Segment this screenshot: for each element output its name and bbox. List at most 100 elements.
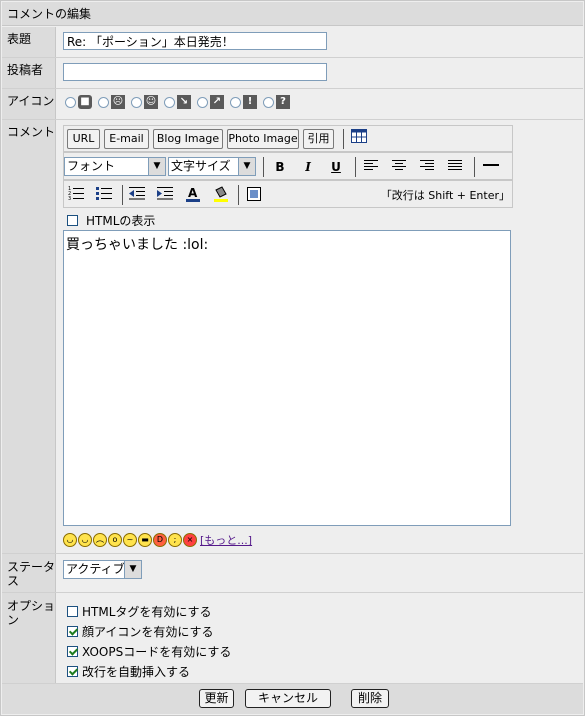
update-button[interactable]: 更新 — [199, 689, 234, 708]
show-html-label: HTMLの表示 — [86, 214, 156, 228]
comment-edit-form: コメントの編集 表題 投稿者 アイコン ■ ☹ — [0, 0, 585, 716]
icon-option-down-arrow[interactable]: ↘ — [164, 95, 191, 109]
options-row: オプション HTMLタグを有効にする 顔アイコンを有効にする XOOPSコードを… — [2, 593, 583, 684]
icon-label: アイコン — [2, 89, 56, 119]
option-smiley[interactable]: 顔アイコンを有効にする — [67, 623, 214, 640]
align-left-icon[interactable] — [362, 158, 380, 176]
options-label: オプション — [2, 593, 56, 683]
quote-button[interactable]: 引用 — [303, 129, 334, 149]
icon-option-up-arrow[interactable]: ↗ — [197, 95, 224, 109]
subject-input[interactable] — [63, 32, 327, 50]
editor-toolbar-list: 123 A 「改行は Shift + Enter」 — [63, 180, 513, 208]
radio-button[interactable] — [164, 96, 175, 108]
image-icon[interactable] — [245, 186, 263, 204]
option-html[interactable]: HTMLタグを有効にする — [67, 603, 212, 620]
exclamation-icon: ! — [243, 95, 257, 109]
icon-option-smile[interactable]: ☺ — [131, 95, 158, 109]
icon-option-question[interactable]: ? — [263, 95, 290, 109]
grin-icon[interactable]: ◡ — [78, 533, 92, 547]
option-html-checkbox[interactable] — [67, 606, 78, 617]
align-justify-icon[interactable] — [446, 158, 464, 176]
option-br-label: 改行を自動挿入する — [82, 665, 191, 679]
shocked-icon[interactable]: o — [108, 533, 122, 547]
font-select-value: フォント — [67, 159, 116, 173]
delete-button[interactable]: 削除 — [351, 689, 389, 708]
status-select[interactable]: アクティブ ▼ — [63, 560, 142, 579]
ordered-list-icon[interactable]: 123 — [67, 186, 85, 204]
blog-image-button[interactable]: Blog Image — [153, 129, 223, 149]
radio-button[interactable] — [131, 96, 142, 108]
shift-enter-hint: 「改行は Shift + Enter」 — [380, 189, 510, 202]
down-right-arrow-icon: ↘ — [177, 95, 191, 109]
horizontal-rule-icon[interactable] — [482, 158, 500, 176]
option-br-checkbox[interactable] — [67, 666, 78, 677]
icon-option-exclamation[interactable]: ! — [230, 95, 257, 109]
radio-button[interactable] — [263, 96, 274, 108]
underline-icon[interactable]: U — [327, 158, 345, 176]
toolbar-separator — [474, 157, 475, 177]
font-select[interactable]: フォント ▼ — [64, 157, 166, 176]
poster-input[interactable] — [63, 63, 327, 81]
icon-option-stop[interactable]: ■ — [65, 95, 92, 109]
comment-row: コメント URL E-mail Blog Image Photo Image 引… — [2, 120, 583, 554]
radio-button[interactable] — [197, 96, 208, 108]
table-icon[interactable] — [350, 129, 368, 147]
option-smiley-checkbox[interactable] — [67, 626, 78, 637]
question-icon: ? — [276, 95, 290, 109]
option-smiley-label: 顔アイコンを有効にする — [82, 625, 214, 639]
bold-icon[interactable]: B — [271, 158, 289, 176]
sad-icon[interactable]: ︵ — [93, 533, 107, 547]
laugh-icon[interactable]: D — [153, 533, 167, 547]
align-right-icon[interactable] — [418, 158, 436, 176]
text-color-icon[interactable]: A — [184, 186, 202, 204]
wink-icon[interactable]: ; — [168, 533, 182, 547]
chevron-down-icon: ▼ — [238, 158, 255, 175]
smiley-bar: ◡ ◡ ︵ o ~ ▬ D ; × [もっと...] — [63, 532, 252, 548]
show-html-toggle[interactable]: HTMLの表示 — [67, 212, 155, 229]
comment-textarea[interactable] — [63, 230, 511, 526]
confused-icon[interactable]: ~ — [123, 533, 137, 547]
option-html-label: HTMLタグを有効にする — [82, 605, 212, 619]
chevron-down-icon: ▼ — [124, 561, 141, 578]
size-select-value: 文字サイズ — [171, 159, 231, 173]
indent-icon[interactable] — [156, 186, 174, 204]
outdent-icon[interactable] — [128, 186, 146, 204]
italic-icon[interactable]: I — [299, 158, 317, 176]
smile-icon: ☺ — [144, 95, 158, 109]
show-html-checkbox[interactable] — [67, 215, 78, 226]
icon-option-frown[interactable]: ☹ — [98, 95, 125, 109]
photo-image-button[interactable]: Photo Image — [227, 129, 299, 149]
size-select[interactable]: 文字サイズ ▼ — [168, 157, 256, 176]
more-smileys-link[interactable]: [もっと...] — [200, 532, 252, 548]
bullet-list-icon[interactable] — [95, 186, 113, 204]
icon-row: アイコン ■ ☹ ☺ ↘ ↗ ! ? — [2, 89, 583, 120]
option-xcode-label: XOOPSコードを有効にする — [82, 645, 232, 659]
option-br[interactable]: 改行を自動挿入する — [67, 663, 190, 680]
radio-button[interactable] — [65, 96, 76, 108]
option-xcode-checkbox[interactable] — [67, 646, 78, 657]
form-title: コメントの編集 — [2, 2, 583, 26]
editor-toolbar-format: フォント ▼ 文字サイズ ▼ B I U — [63, 152, 513, 180]
url-button[interactable]: URL — [67, 129, 100, 149]
email-button[interactable]: E-mail — [104, 129, 149, 149]
toolbar-separator — [263, 157, 264, 177]
poster-label: 投稿者 — [2, 58, 56, 88]
toolbar-separator — [238, 185, 239, 205]
cancel-button[interactable]: キャンセル — [245, 689, 331, 708]
editor-toolbar-insert: URL E-mail Blog Image Photo Image 引用 — [63, 125, 513, 152]
radio-button[interactable] — [230, 96, 241, 108]
radio-button[interactable] — [98, 96, 109, 108]
mad-icon[interactable]: × — [183, 533, 197, 547]
align-center-icon[interactable] — [390, 158, 408, 176]
option-xcode[interactable]: XOOPSコードを有効にする — [67, 643, 231, 660]
poster-row: 投稿者 — [2, 58, 583, 89]
toolbar-separator — [343, 129, 344, 149]
form-footer: 更新 キャンセル 削除 — [2, 684, 583, 714]
smiley-icon[interactable]: ◡ — [63, 533, 77, 547]
cool-icon[interactable]: ▬ — [138, 533, 152, 547]
status-row: ステータス アクティブ ▼ — [2, 554, 583, 593]
frown-icon: ☹ — [111, 95, 125, 109]
highlight-color-icon[interactable] — [212, 186, 230, 204]
toolbar-separator — [355, 157, 356, 177]
stop-icon: ■ — [78, 95, 92, 109]
